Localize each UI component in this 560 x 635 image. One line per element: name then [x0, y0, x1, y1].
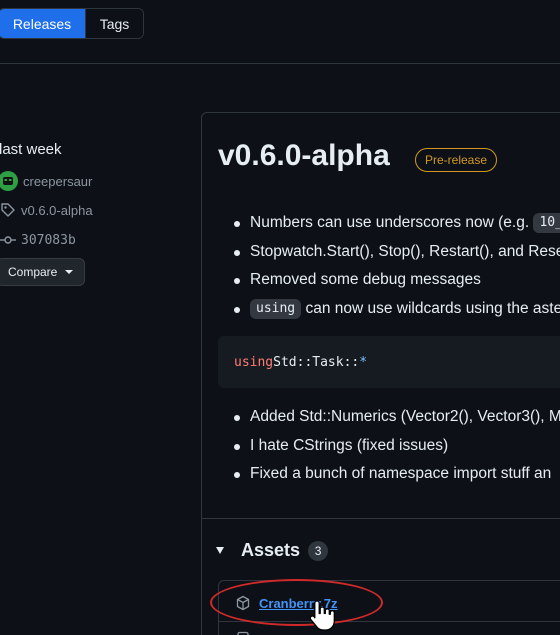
- assets-count-badge: 3: [308, 540, 329, 561]
- tag-name: v0.6.0-alpha: [21, 202, 93, 218]
- author-link[interactable]: creepersaur: [0, 171, 92, 191]
- list-item: using can now use wildcards using the as…: [232, 295, 560, 324]
- commit-sha: 307083b: [21, 232, 76, 248]
- tag-link[interactable]: v0.6.0-alpha: [0, 202, 93, 218]
- user-avatar-icon: [3, 177, 13, 185]
- chevron-down-icon: [65, 270, 74, 274]
- release-notes-list: Numbers can use underscores now (e.g. 10…: [232, 209, 560, 323]
- list-item: Stopwatch.Start(), Stop(), Restart(), an…: [232, 238, 560, 267]
- release-tag-switch: Releases Tags: [0, 8, 144, 39]
- card-divider: [202, 518, 560, 519]
- release-date: last week: [0, 141, 62, 158]
- release-title[interactable]: v0.6.0-alpha: [218, 139, 390, 173]
- list-item: I hate CStrings (fixed issues): [232, 432, 560, 461]
- file-zip-icon: [237, 631, 249, 635]
- assets-title: Assets: [241, 540, 301, 560]
- triangle-down-icon: [216, 547, 224, 554]
- assets-toggle[interactable]: Assets 3: [216, 540, 329, 561]
- compare-label: Compare: [8, 265, 58, 279]
- prerelease-badge: Pre-release: [415, 148, 498, 172]
- inline-code: using: [250, 298, 302, 319]
- list-item: Added Std::Numerics (Vector2(), Vector3(…: [232, 403, 560, 432]
- list-item: Numbers can use underscores now (e.g. 10…: [232, 209, 560, 238]
- code-block: using Std::Task:: *: [218, 336, 560, 388]
- commit-link[interactable]: 307083b: [0, 232, 76, 248]
- inline-code: 10_: [533, 213, 560, 233]
- release-notes-list-2: Added Std::Numerics (Vector2(), Vector3(…: [232, 403, 560, 489]
- tag-icon: [1, 203, 15, 217]
- author-name: creepersaur: [23, 173, 93, 189]
- tab-tags[interactable]: Tags: [85, 9, 143, 38]
- compare-button[interactable]: Compare: [0, 258, 85, 286]
- annotation-ellipse: [210, 579, 383, 626]
- list-item: Fixed a bunch of namespace import stuff …: [232, 460, 560, 489]
- avatar: [0, 171, 18, 191]
- header-divider: [0, 63, 560, 64]
- hand-pointer-icon: [309, 600, 335, 631]
- list-item: Removed some debug messages: [232, 266, 560, 295]
- commit-icon: [0, 236, 16, 244]
- release-card: v0.6.0-alpha Pre-release Numbers can use…: [201, 112, 560, 635]
- tab-releases[interactable]: Releases: [0, 9, 85, 38]
